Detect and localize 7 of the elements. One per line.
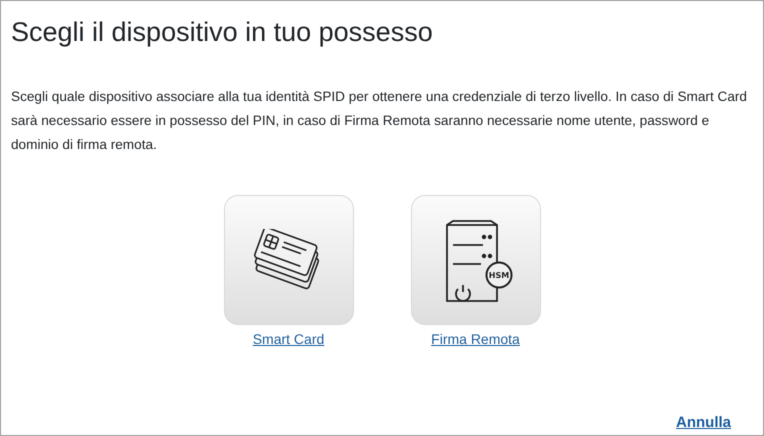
page-title: Scegli il dispositivo in tuo possesso: [11, 16, 434, 49]
device-link[interactable]: Smart Card: [252, 331, 324, 347]
cancel-link[interactable]: Annulla: [676, 414, 731, 431]
description-text: Scegli quale dispositivo associare alla tua identità SPID per ottenere una credenziale di terzo livello. In caso di Smart Card sarà necessario essere in possesso del PIN, in caso di Firma Remota saranno necessarie nome utente, password e dominio di firma remota.: [11, 88, 748, 154]
device-link[interactable]: Firma Remota: [431, 331, 520, 347]
device-tile[interactable]: HSM: [410, 195, 540, 325]
device-tile[interactable]: [224, 195, 354, 325]
